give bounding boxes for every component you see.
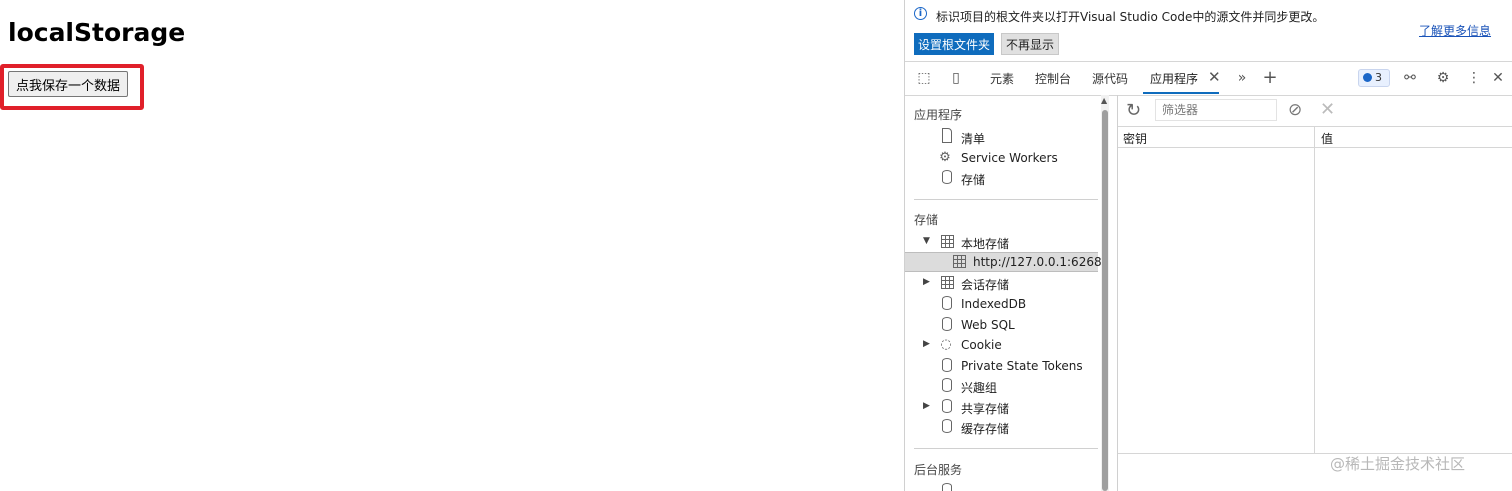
more-tabs-icon[interactable]: » — [1233, 70, 1251, 86]
refresh-icon[interactable]: ↻ — [1126, 100, 1141, 121]
section-application: 应用程序 — [914, 108, 963, 122]
connections-icon[interactable]: ⚯ — [1401, 70, 1419, 86]
section-background-services: 后台服务 — [914, 463, 963, 477]
database-icon — [942, 317, 952, 331]
collapsed-arrow-icon[interactable]: ▶ — [923, 277, 930, 287]
column-value-header[interactable]: 值 — [1321, 130, 1333, 147]
sidebar-scrollbar-thumb[interactable] — [1102, 110, 1108, 491]
save-data-button[interactable]: 点我保存一个数据 — [8, 71, 129, 97]
divider — [914, 199, 1098, 200]
tree-item-session-storage[interactable]: ▶ 会话存储 — [905, 273, 1098, 293]
database-icon — [942, 399, 952, 413]
divider — [914, 448, 1098, 449]
issues-count: 3 — [1375, 71, 1382, 84]
expanded-arrow-icon[interactable]: ▼ — [923, 236, 930, 246]
column-key-header[interactable]: 密钥 — [1123, 130, 1147, 147]
active-tab-indicator — [1143, 92, 1219, 94]
tab-console[interactable]: 控制台 — [1035, 70, 1071, 87]
tree-item-shared-storage[interactable]: ▶ 共享存储 — [905, 397, 1098, 417]
close-tab-icon[interactable]: ✕ — [1208, 68, 1221, 86]
clear-all-icon[interactable]: ⊘ — [1288, 100, 1302, 120]
filter-input[interactable] — [1155, 99, 1277, 121]
tree-item-local-origin[interactable]: http://127.0.0.1:62687/ — [905, 252, 1101, 272]
collapsed-arrow-icon[interactable]: ▶ — [923, 401, 930, 411]
delete-selected-icon[interactable]: ✕ — [1320, 99, 1335, 120]
info-icon: i — [914, 7, 927, 20]
storage-toolbar: ↻ ⊘ ✕ — [1118, 95, 1512, 127]
tree-item-interest-groups[interactable]: 兴趣组 — [905, 376, 1098, 396]
section-storage: 存储 — [914, 213, 939, 227]
document-icon — [942, 128, 952, 143]
database-icon — [942, 378, 952, 392]
application-sidebar: 应用程序 清单 ⚙ Service Workers 存储 存储 ▼ 本地存储 h… — [905, 95, 1101, 491]
tree-item-service-workers[interactable]: ⚙ Service Workers — [905, 148, 1098, 168]
devtools-panel: i 标识项目的根文件夹以打开Visual Studio Code中的源文件并同步… — [904, 0, 1512, 491]
tree-item-storage[interactable]: 存储 — [905, 168, 1098, 188]
column-separator[interactable] — [1314, 127, 1315, 453]
service-worker-gear-icon: ⚙ — [939, 150, 951, 165]
database-icon — [942, 419, 952, 433]
storage-grid-icon — [953, 255, 966, 268]
page-title: localStorage — [8, 18, 186, 47]
tab-sources[interactable]: 源代码 — [1092, 70, 1128, 87]
tree-item-indexeddb[interactable]: IndexedDB — [905, 294, 1098, 314]
tree-item-web-sql[interactable]: Web SQL — [905, 315, 1098, 335]
scroll-up-arrow-icon[interactable]: ▲ — [1101, 96, 1107, 105]
infobar-message: 标识项目的根文件夹以打开Visual Studio Code中的源文件并同步更改… — [936, 10, 1325, 24]
more-options-icon[interactable]: ⋮ — [1465, 70, 1483, 86]
tree-item-private-state-tokens[interactable]: Private State Tokens — [905, 356, 1098, 376]
device-toolbar-icon[interactable]: ▯ — [947, 70, 965, 86]
tree-item-cookie[interactable]: ▶ ◌ Cookie — [905, 335, 1098, 355]
watermark: @稀土掘金技术社区 — [1330, 455, 1466, 473]
issues-badge[interactable]: 3 — [1358, 69, 1390, 87]
tree-item-cache-storage[interactable]: 缓存存储 — [905, 417, 1098, 437]
infobar: i 标识项目的根文件夹以打开Visual Studio Code中的源文件并同步… — [905, 0, 1512, 60]
issues-icon — [1363, 73, 1372, 82]
collapsed-arrow-icon[interactable]: ▶ — [923, 339, 930, 349]
database-icon — [942, 296, 952, 310]
add-tab-icon[interactable]: + — [1261, 69, 1279, 87]
storage-grid-icon — [941, 235, 954, 248]
tab-elements[interactable]: 元素 — [990, 70, 1014, 87]
database-icon — [942, 358, 952, 372]
database-icon — [942, 483, 952, 491]
tree-item-local-storage[interactable]: ▼ 本地存储 — [905, 232, 1098, 252]
storage-table-panel: ↻ ⊘ ✕ 密钥 值 — [1117, 95, 1512, 491]
storage-grid-icon — [941, 276, 954, 289]
cookie-icon: ◌ — [940, 337, 952, 352]
tree-item-manifest[interactable]: 清单 — [905, 127, 1098, 147]
settings-gear-icon[interactable]: ⚙ — [1434, 70, 1452, 86]
learn-more-link[interactable]: 了解更多信息 — [1419, 22, 1491, 39]
close-devtools-icon[interactable]: ✕ — [1489, 70, 1507, 86]
tree-item-partial[interactable] — [905, 481, 1098, 491]
table-header: 密钥 值 — [1118, 127, 1512, 148]
tab-application[interactable]: 应用程序 — [1150, 70, 1198, 87]
devtools-tabbar: ⬚ ▯ 元素 控制台 源代码 应用程序 ✕ » + 3 ⚯ ⚙ ⋮ ✕ — [905, 61, 1512, 96]
set-root-folder-button[interactable]: 设置根文件夹 — [914, 33, 995, 55]
dont-show-again-button[interactable]: 不再显示 — [1001, 33, 1060, 55]
inspect-element-icon[interactable]: ⬚ — [915, 70, 933, 86]
database-icon — [942, 170, 952, 184]
